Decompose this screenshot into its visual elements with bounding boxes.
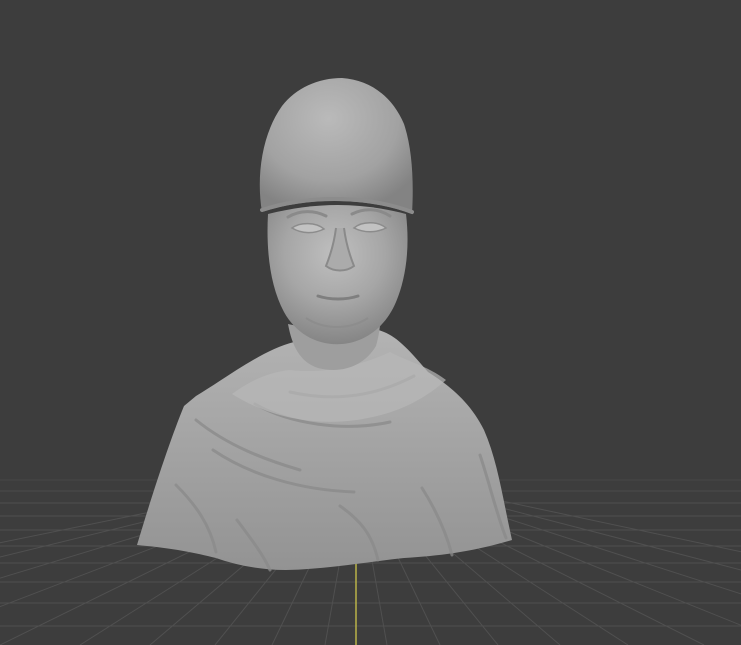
3d-viewport[interactable] (0, 0, 741, 645)
viewport-canvas[interactable] (0, 0, 741, 645)
bust-hat (259, 78, 413, 214)
bust-model[interactable] (137, 78, 512, 572)
bust-face (267, 205, 408, 345)
